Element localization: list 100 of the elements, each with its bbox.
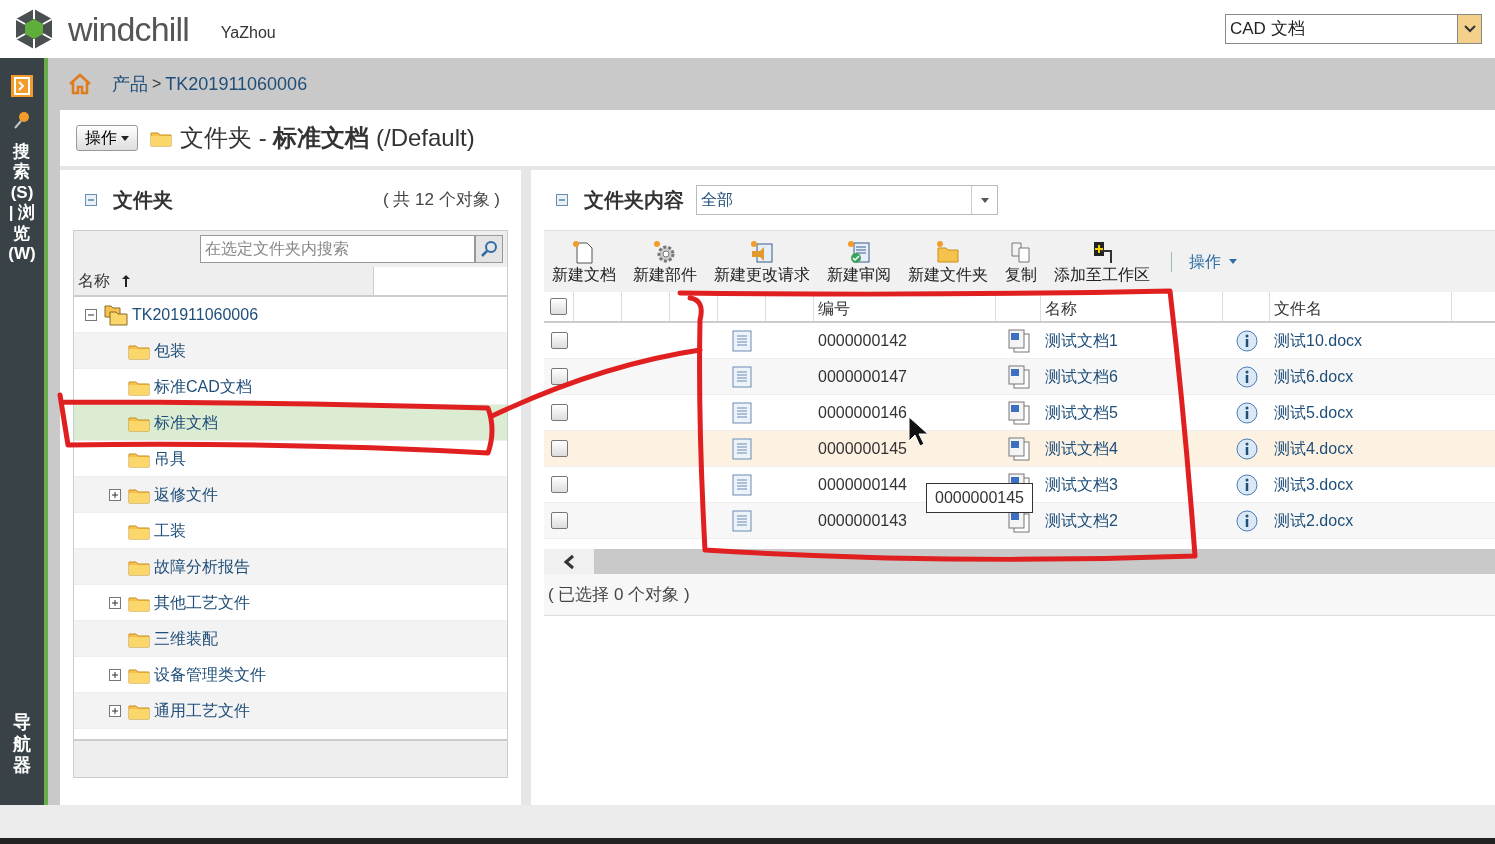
- checkbox[interactable]: [550, 368, 568, 385]
- review-icon: [846, 238, 872, 265]
- document-name-link[interactable]: 测试文档3: [1041, 472, 1223, 497]
- tree-item[interactable]: 标准文档: [74, 405, 507, 441]
- toolbar-button[interactable]: 新建审阅: [827, 238, 891, 285]
- checkbox[interactable]: [550, 512, 568, 529]
- folder-name[interactable]: 故障分析报告: [154, 554, 250, 579]
- horizontal-scrollbar[interactable]: [544, 549, 1495, 574]
- checkbox[interactable]: [550, 476, 568, 493]
- navigator-tab[interactable]: 导航器: [9, 712, 35, 777]
- breadcrumb-link[interactable]: 产品: [112, 70, 148, 98]
- table-cell-text: 0000000147: [817, 366, 908, 387]
- file-name-link[interactable]: 测试3.docx: [1270, 472, 1452, 497]
- column-header[interactable]: 编号: [814, 292, 996, 321]
- folder-name[interactable]: 其他工艺文件: [154, 590, 250, 615]
- folder-name[interactable]: 吊具: [154, 446, 186, 471]
- toolbar-button[interactable]: 复制: [1005, 238, 1037, 285]
- object-count: ( 共 12 个对象 ): [382, 189, 500, 212]
- caret-icon: [1463, 25, 1476, 33]
- checkbox[interactable]: [550, 332, 568, 349]
- tree-item[interactable]: 返修文件: [74, 477, 507, 513]
- column-header[interactable]: 文件名: [1270, 292, 1452, 321]
- panel-title: 文件夹: [113, 188, 173, 213]
- breadcrumb-link[interactable]: TK201911060006: [165, 70, 308, 98]
- info-icon[interactable]: [1235, 401, 1258, 424]
- column-header[interactable]: 名称: [1041, 292, 1223, 321]
- expand-icon[interactable]: [109, 704, 121, 717]
- table-row[interactable]: 0000000145 测试文档4 测试4.docx: [544, 431, 1495, 467]
- file-name-link[interactable]: 测试2.docx: [1270, 508, 1452, 533]
- user-name: YaZhou: [220, 23, 276, 43]
- actions-button[interactable]: 操作: [76, 125, 138, 151]
- checkbox[interactable]: [550, 404, 568, 421]
- panel-title: 文件夹内容: [584, 188, 684, 213]
- folder-name[interactable]: 标准CAD文档: [154, 374, 252, 399]
- sort-ascending-icon: [122, 275, 130, 287]
- folder-name[interactable]: 设备管理类文件: [154, 662, 266, 687]
- type-select[interactable]: CAD 文档: [1225, 14, 1482, 44]
- tree-item[interactable]: 通用工艺文件: [74, 693, 507, 729]
- document-name-link[interactable]: 测试文档6: [1041, 364, 1223, 389]
- selection-status: ( 已选择 0 个对象 ): [548, 583, 690, 606]
- document-name-link[interactable]: 测试文档2: [1041, 508, 1223, 533]
- toolbar-button[interactable]: 新建部件: [633, 238, 697, 285]
- folder-name[interactable]: 三维装配: [154, 626, 218, 651]
- tree-item[interactable]: 包装: [74, 333, 507, 369]
- document-name-link[interactable]: 测试文档1: [1041, 328, 1223, 353]
- tree-item[interactable]: 三维装配: [74, 621, 507, 657]
- breadcrumb-separator: >: [152, 74, 162, 94]
- collapse-icon[interactable]: [85, 194, 97, 206]
- toolbar-button[interactable]: 添加至工作区: [1054, 238, 1150, 285]
- filter-select[interactable]: 全部: [696, 185, 998, 215]
- folder-name[interactable]: 通用工艺文件: [154, 698, 250, 723]
- scroll-left-icon[interactable]: [563, 553, 575, 570]
- tree-item[interactable]: 故障分析报告: [74, 549, 507, 585]
- tooltip: 0000000145: [926, 483, 1033, 513]
- change-request-icon: [749, 238, 775, 265]
- search-browse-tab[interactable]: 搜索(S) | 浏览(W): [7, 142, 37, 265]
- toolbar-button[interactable]: 新建更改请求: [714, 238, 810, 285]
- info-icon[interactable]: [1235, 365, 1258, 388]
- toolbar-button[interactable]: 新建文档: [552, 238, 616, 285]
- folder-name[interactable]: 返修文件: [154, 482, 218, 507]
- logo-text: windchill: [68, 8, 189, 50]
- caret-icon: [1229, 259, 1237, 264]
- table-row[interactable]: 0000000147 测试文档6 测试6.docx: [544, 359, 1495, 395]
- folder-name[interactable]: 包装: [154, 338, 186, 363]
- search-field[interactable]: 在选定文件夹内搜索: [200, 235, 475, 263]
- caret-icon: [980, 197, 989, 203]
- panel-toggle-icon[interactable]: [10, 74, 34, 98]
- expand-icon[interactable]: [109, 488, 121, 501]
- file-name-link[interactable]: 测试10.docx: [1270, 328, 1452, 353]
- actions-menu[interactable]: 操作: [1189, 249, 1237, 274]
- collapse-icon[interactable]: [556, 194, 568, 206]
- table-row[interactable]: 0000000143 测试文档2 测试2.docx: [544, 503, 1495, 539]
- expand-icon[interactable]: [109, 596, 121, 609]
- folder-name[interactable]: 工装: [154, 518, 186, 543]
- info-icon[interactable]: [1235, 473, 1258, 496]
- table-cell-text: 0000000146: [817, 402, 908, 423]
- document-name-link[interactable]: 测试文档5: [1041, 400, 1223, 425]
- column-header[interactable]: 名称: [74, 267, 374, 295]
- page-title: 文件夹 - 标准文档 (/Default): [180, 123, 475, 153]
- search-button[interactable]: [475, 235, 503, 263]
- file-name-link[interactable]: 测试6.docx: [1270, 364, 1452, 389]
- folder-icon: [150, 129, 172, 147]
- info-icon[interactable]: [1235, 329, 1258, 352]
- info-icon[interactable]: [1235, 437, 1258, 460]
- info-icon[interactable]: [1235, 509, 1258, 532]
- pin-icon[interactable]: [12, 110, 32, 130]
- toolbar-button[interactable]: 新建文件夹: [908, 238, 988, 285]
- expand-icon[interactable]: [109, 668, 121, 681]
- cursor-icon: [908, 416, 930, 448]
- collapse-icon[interactable]: [85, 308, 97, 321]
- new-folder-icon: [935, 238, 961, 265]
- document-name-link[interactable]: 测试文档4: [1041, 436, 1223, 461]
- checkbox[interactable]: [550, 440, 568, 457]
- folder-name[interactable]: 标准文档: [154, 410, 218, 435]
- caret-icon: [121, 135, 129, 141]
- file-name-link[interactable]: 测试5.docx: [1270, 400, 1452, 425]
- file-name-link[interactable]: 测试4.docx: [1270, 436, 1452, 461]
- search-icon: [480, 240, 498, 258]
- checkbox[interactable]: [550, 298, 567, 315]
- folder-name[interactable]: TK201911060006: [132, 302, 259, 327]
